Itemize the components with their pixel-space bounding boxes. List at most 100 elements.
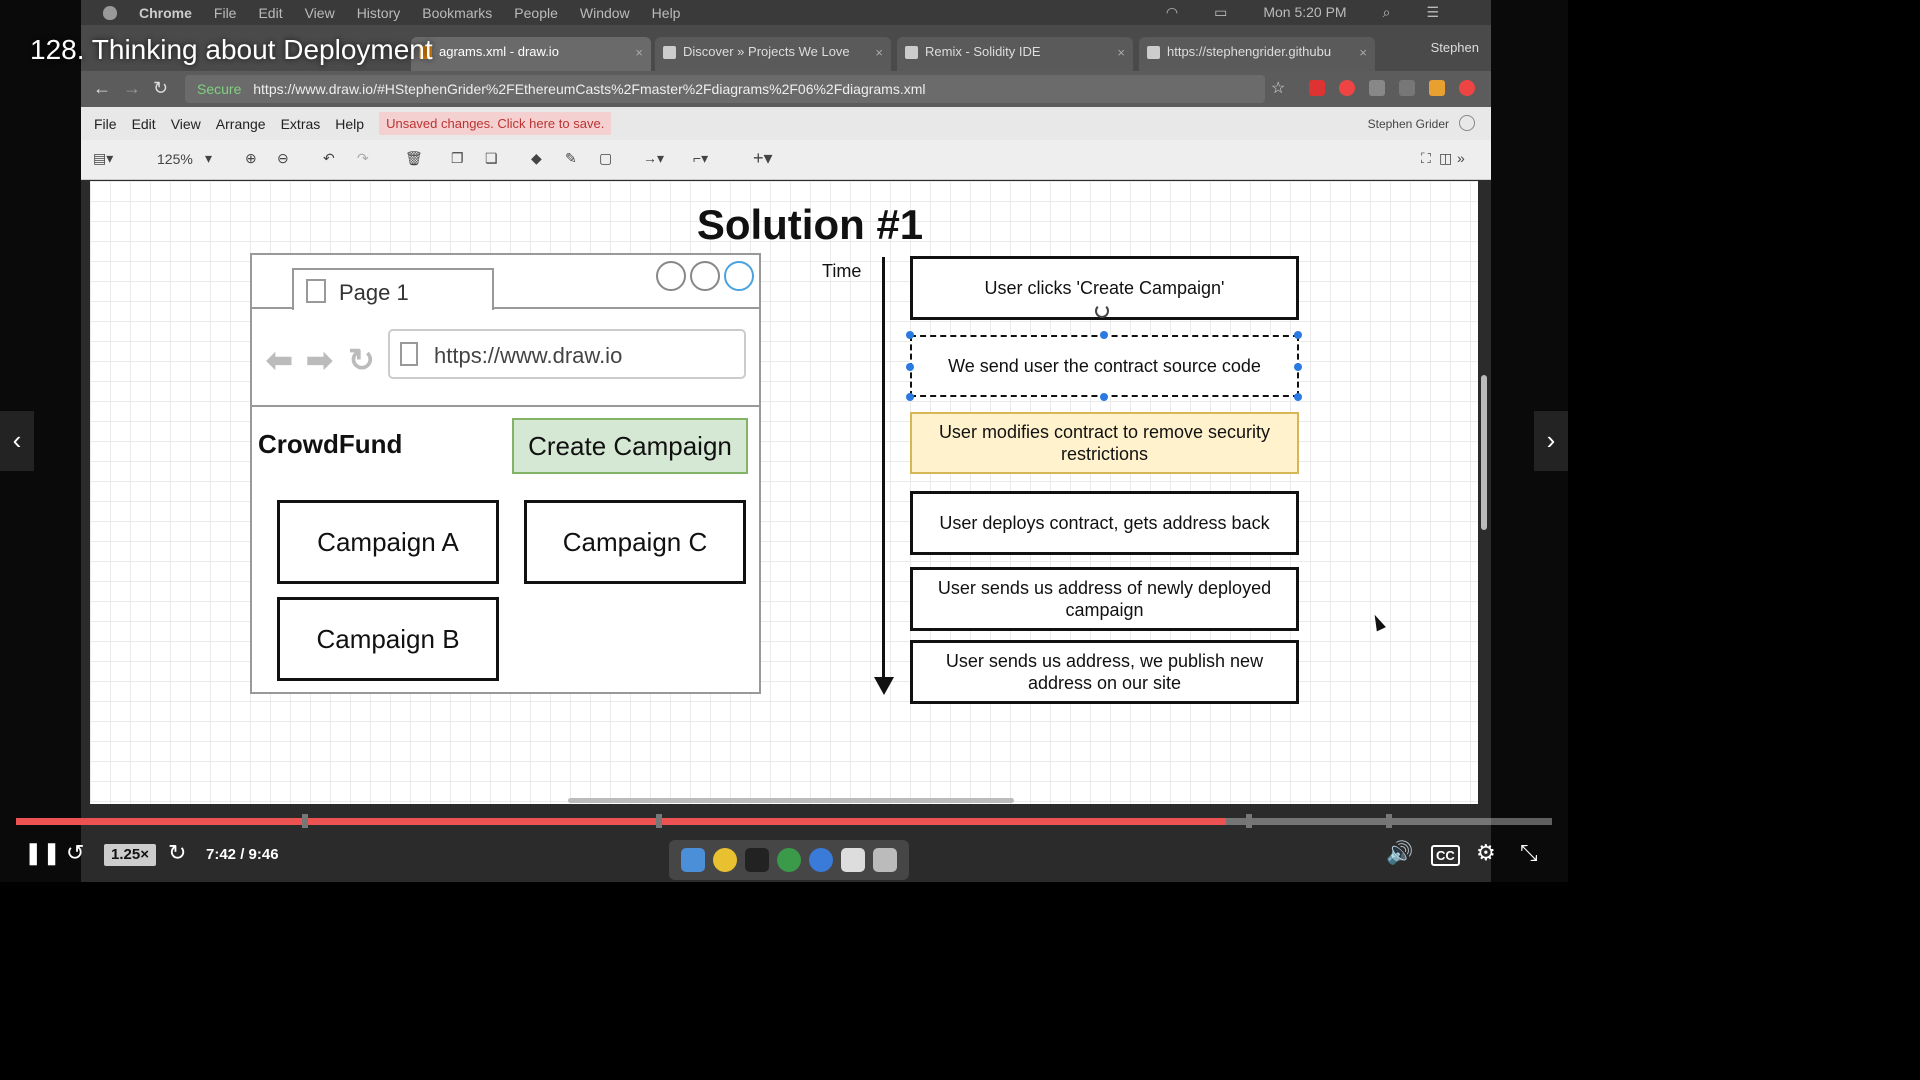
browser-address-bar: ← → ↻ Secure https://www.draw.io/#HSteph… bbox=[81, 71, 1491, 107]
fill-color-icon[interactable]: ◆ bbox=[531, 150, 542, 167]
canvas-horizontal-scrollbar[interactable] bbox=[568, 798, 1014, 803]
css-extension-icon[interactable] bbox=[1369, 80, 1385, 96]
close-tab-icon[interactable]: × bbox=[635, 45, 643, 60]
diagram-title[interactable]: Solution #1 bbox=[640, 201, 980, 249]
menubar-item-people: People bbox=[514, 4, 558, 21]
step-box-selected[interactable]: We send user the contract source code bbox=[910, 335, 1299, 397]
drawio-menu-extras[interactable]: Extras bbox=[281, 116, 321, 132]
extension-icon[interactable] bbox=[1309, 80, 1325, 96]
format-panel-icon[interactable]: ◫ bbox=[1439, 150, 1452, 167]
fullscreen-icon[interactable]: ⛶ bbox=[1421, 150, 1431, 167]
rewind-icon[interactable]: ↺ bbox=[66, 840, 84, 866]
mockup-url-doc-icon bbox=[400, 342, 418, 366]
browser-tab-remix[interactable]: Remix - Solidity IDE × bbox=[897, 37, 1133, 71]
resize-handle[interactable] bbox=[1100, 331, 1108, 339]
playback-speed-button[interactable]: 1.25× bbox=[104, 844, 156, 866]
next-lecture-chevron-right-icon[interactable]: › bbox=[1534, 411, 1568, 471]
step-box[interactable]: User sends us address, we publish new ad… bbox=[910, 640, 1299, 704]
browser-tab-kickstarter[interactable]: Discover » Projects We Love × bbox=[655, 37, 891, 71]
step-box-highlighted[interactable]: User modifies contract to remove securit… bbox=[910, 412, 1299, 474]
chevron-down-icon[interactable]: ▾ bbox=[205, 150, 212, 167]
bookmark-star-icon[interactable]: ☆ bbox=[1271, 78, 1285, 98]
settings-gear-icon[interactable]: ⚙ bbox=[1476, 840, 1496, 866]
drawio-menu-edit[interactable]: Edit bbox=[132, 116, 156, 132]
panel-layout-icon[interactable]: ▤▾ bbox=[93, 150, 113, 167]
timeline-arrow[interactable] bbox=[882, 257, 885, 685]
close-tab-icon[interactable]: × bbox=[1359, 45, 1367, 60]
chapter-marker bbox=[656, 814, 662, 828]
close-tab-icon[interactable]: × bbox=[1117, 45, 1125, 60]
volume-icon[interactable]: 🔊 bbox=[1386, 840, 1413, 866]
video-progress-bar[interactable] bbox=[16, 814, 1552, 828]
undo-icon[interactable]: ↶ bbox=[323, 150, 335, 167]
back-icon[interactable]: ← bbox=[93, 78, 111, 99]
canvas-vertical-scrollbar[interactable] bbox=[1481, 375, 1487, 530]
mockup-campaign-card[interactable]: Campaign C bbox=[524, 500, 746, 584]
resize-handle[interactable] bbox=[1294, 363, 1302, 371]
to-front-icon[interactable]: ❐ bbox=[451, 150, 464, 167]
delete-icon[interactable]: 🗑 bbox=[405, 150, 423, 167]
forward-icon[interactable]: ↻ bbox=[168, 840, 186, 866]
resize-handle[interactable] bbox=[906, 363, 914, 371]
previous-lecture-chevron-left-icon[interactable]: ‹ bbox=[0, 411, 34, 471]
extension-icon[interactable] bbox=[1459, 80, 1475, 96]
menubar-item-help: Help bbox=[651, 4, 681, 21]
language-globe-icon[interactable] bbox=[1459, 115, 1475, 131]
drawio-user-menu[interactable]: Stephen Grider bbox=[1368, 117, 1449, 131]
close-tab-icon[interactable]: × bbox=[875, 45, 883, 60]
step-box[interactable]: User deploys contract, gets address back bbox=[910, 491, 1299, 555]
zoom-out-icon[interactable]: ⊖ bbox=[277, 150, 289, 167]
chrome-profile-name[interactable]: Stephen bbox=[1431, 40, 1479, 55]
resize-handle[interactable] bbox=[906, 393, 914, 401]
redo-icon[interactable]: ↷ bbox=[357, 150, 369, 167]
chapter-marker bbox=[1386, 814, 1392, 828]
remix-favicon-icon bbox=[905, 46, 918, 59]
resize-handle[interactable] bbox=[906, 331, 914, 339]
drawio-menu-help[interactable]: Help bbox=[335, 116, 364, 132]
mockup-create-campaign-button[interactable]: Create Campaign bbox=[512, 418, 748, 474]
extension-icon[interactable] bbox=[1429, 80, 1445, 96]
reload-icon[interactable]: ↻ bbox=[153, 78, 168, 99]
browser-tab-drawio[interactable]: agrams.xml - draw.io × bbox=[411, 37, 651, 71]
timeline-label[interactable]: Time bbox=[822, 261, 861, 282]
drawio-menu-arrange[interactable]: Arrange bbox=[216, 116, 266, 132]
mockup-nav-row: ⬅ ➡ ↻ https://www.draw.io bbox=[252, 309, 759, 407]
url-field[interactable]: Secure https://www.draw.io/#HStephenGrid… bbox=[185, 75, 1265, 103]
browser-mockup[interactable]: Page 1 ⬅ ➡ ↻ https://www.draw.io CrowdFu… bbox=[250, 253, 761, 694]
kickstarter-favicon-icon bbox=[663, 46, 676, 59]
resize-handle[interactable] bbox=[1100, 393, 1108, 401]
mockup-forward-arrow-icon: ➡ bbox=[306, 342, 333, 378]
extension-icon[interactable] bbox=[1399, 80, 1415, 96]
resize-handle[interactable] bbox=[1294, 393, 1302, 401]
drawio-menu-file[interactable]: File bbox=[94, 116, 117, 132]
waypoints-icon[interactable]: ⌐▾ bbox=[693, 150, 708, 167]
collapse-toolbar-icon[interactable]: » bbox=[1457, 150, 1465, 166]
exit-fullscreen-icon[interactable]: ⤡ bbox=[1520, 840, 1538, 866]
playback-speed-suffix: × bbox=[140, 846, 149, 863]
shadow-icon[interactable]: ▢ bbox=[599, 150, 612, 167]
captions-button[interactable]: CC bbox=[1431, 845, 1460, 866]
mockup-campaign-card[interactable]: Campaign B bbox=[277, 597, 499, 681]
zoom-in-icon[interactable]: ⊕ bbox=[245, 150, 257, 167]
step-box[interactable]: User sends us address of newly deployed … bbox=[910, 567, 1299, 631]
mockup-reload-icon: ↻ bbox=[348, 342, 375, 378]
pause-icon[interactable]: ❚❚ bbox=[24, 840, 61, 866]
zoom-level-select[interactable]: 125% bbox=[157, 151, 193, 167]
drawio-menu-view[interactable]: View bbox=[171, 116, 201, 132]
connection-style-icon[interactable]: →▾ bbox=[643, 150, 664, 167]
menubar-item-file: File bbox=[213, 4, 237, 21]
forward-icon[interactable]: → bbox=[123, 78, 141, 99]
resize-handle[interactable] bbox=[1294, 331, 1302, 339]
unsaved-changes-banner[interactable]: Unsaved changes. Click here to save. bbox=[379, 112, 612, 135]
opera-extension-icon[interactable] bbox=[1339, 80, 1355, 96]
line-color-icon[interactable]: ✎ bbox=[565, 150, 577, 167]
total-duration: 9:46 bbox=[248, 846, 279, 863]
mockup-brand: CrowdFund bbox=[258, 429, 403, 459]
rotate-handle-icon[interactable] bbox=[1095, 304, 1109, 318]
insert-plus-icon[interactable]: +▾ bbox=[753, 148, 773, 169]
mockup-campaign-card[interactable]: Campaign A bbox=[277, 500, 499, 584]
browser-tab-stephengrider[interactable]: https://stephengrider.githubu × bbox=[1139, 37, 1375, 71]
diagram-canvas[interactable]: Solution #1 Page 1 ⬅ ➡ ↻ https://www.dra… bbox=[90, 181, 1478, 804]
to-back-icon[interactable]: ❏ bbox=[485, 150, 498, 167]
menubar-item-history: History bbox=[356, 4, 401, 21]
